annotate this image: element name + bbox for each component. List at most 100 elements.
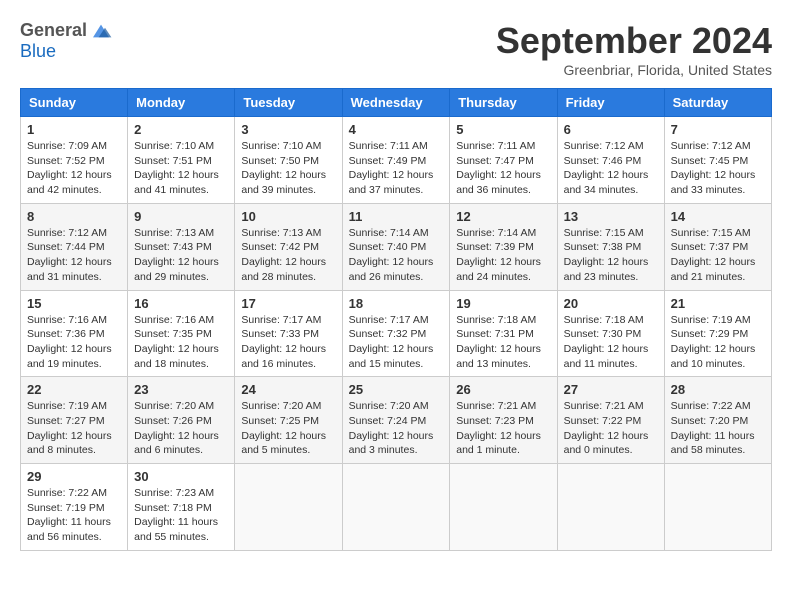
day-number: 14 [671, 209, 765, 224]
day-number: 19 [456, 296, 550, 311]
day-info: Sunrise: 7:18 AM Sunset: 7:30 PM Dayligh… [564, 313, 658, 372]
day-number: 16 [134, 296, 228, 311]
week-row-4: 22Sunrise: 7:19 AM Sunset: 7:27 PM Dayli… [21, 377, 772, 464]
calendar-cell [557, 464, 664, 551]
column-header-saturday: Saturday [664, 89, 771, 117]
week-row-2: 8 Sunrise: 7:12 AM Sunset: 7:44 PM Daylig… [21, 203, 772, 290]
day-number: 17 [241, 296, 335, 311]
logo-blue-text: Blue [20, 41, 56, 61]
day-info: Sunrise: 7:15 AM Sunset: 7:37 PM Dayligh… [671, 226, 765, 285]
day-number: 25 [349, 382, 444, 397]
header-row: SundayMondayTuesdayWednesdayThursdayFrid… [21, 89, 772, 117]
column-header-tuesday: Tuesday [235, 89, 342, 117]
calendar-cell: 29Sunrise: 7:22 AM Sunset: 7:19 PM Dayli… [21, 464, 128, 551]
calendar-cell: 12 Sunrise: 7:14 AM Sunset: 7:39 PM Dayli… [450, 203, 557, 290]
day-number: 29 [27, 469, 121, 484]
day-info: Sunrise: 7:18 AM Sunset: 7:31 PM Dayligh… [456, 313, 550, 372]
day-info: Sunrise: 7:20 AM Sunset: 7:24 PM Dayligh… [349, 399, 444, 458]
day-number: 24 [241, 382, 335, 397]
calendar-cell: 2 Sunrise: 7:10 AM Sunset: 7:51 PM Daylig… [128, 117, 235, 204]
day-number: 9 [134, 209, 228, 224]
week-row-1: 1 Sunrise: 7:09 AM Sunset: 7:52 PM Daylig… [21, 117, 772, 204]
day-info: Sunrise: 7:15 AM Sunset: 7:38 PM Dayligh… [564, 226, 658, 285]
calendar-cell [450, 464, 557, 551]
day-info: Sunrise: 7:20 AM Sunset: 7:26 PM Dayligh… [134, 399, 228, 458]
calendar-cell: 22Sunrise: 7:19 AM Sunset: 7:27 PM Dayli… [21, 377, 128, 464]
day-number: 6 [564, 122, 658, 137]
logo-general-text: General [20, 20, 87, 41]
calendar-cell: 16 Sunrise: 7:16 AM Sunset: 7:35 PM Dayli… [128, 290, 235, 377]
calendar-cell: 13Sunrise: 7:15 AM Sunset: 7:38 PM Dayli… [557, 203, 664, 290]
day-number: 3 [241, 122, 335, 137]
calendar-cell: 26 Sunrise: 7:21 AM Sunset: 7:23 PM Dayli… [450, 377, 557, 464]
calendar-cell: 19 Sunrise: 7:18 AM Sunset: 7:31 PM Dayli… [450, 290, 557, 377]
column-header-thursday: Thursday [450, 89, 557, 117]
calendar-cell: 5Sunrise: 7:11 AM Sunset: 7:47 PM Daylig… [450, 117, 557, 204]
column-header-monday: Monday [128, 89, 235, 117]
calendar-cell [235, 464, 342, 551]
calendar-cell [342, 464, 450, 551]
day-info: Sunrise: 7:09 AM Sunset: 7:52 PM Dayligh… [27, 139, 121, 198]
column-header-sunday: Sunday [21, 89, 128, 117]
calendar-cell: 25 Sunrise: 7:20 AM Sunset: 7:24 PM Dayli… [342, 377, 450, 464]
week-row-3: 15 Sunrise: 7:16 AM Sunset: 7:36 PM Dayli… [21, 290, 772, 377]
day-info: Sunrise: 7:16 AM Sunset: 7:35 PM Dayligh… [134, 313, 228, 372]
day-info: Sunrise: 7:17 AM Sunset: 7:33 PM Dayligh… [241, 313, 335, 372]
calendar-cell: 7Sunrise: 7:12 AM Sunset: 7:45 PM Daylig… [664, 117, 771, 204]
day-number: 12 [456, 209, 550, 224]
day-info: Sunrise: 7:17 AM Sunset: 7:32 PM Dayligh… [349, 313, 444, 372]
day-number: 15 [27, 296, 121, 311]
day-info: Sunrise: 7:14 AM Sunset: 7:39 PM Dayligh… [456, 226, 550, 285]
calendar-cell: 8 Sunrise: 7:12 AM Sunset: 7:44 PM Daylig… [21, 203, 128, 290]
day-number: 11 [349, 209, 444, 224]
calendar-cell: 21 Sunrise: 7:19 AM Sunset: 7:29 PM Dayli… [664, 290, 771, 377]
day-info: Sunrise: 7:10 AM Sunset: 7:51 PM Dayligh… [134, 139, 228, 198]
day-number: 22 [27, 382, 121, 397]
day-info: Sunrise: 7:13 AM Sunset: 7:42 PM Dayligh… [241, 226, 335, 285]
day-info: Sunrise: 7:21 AM Sunset: 7:23 PM Dayligh… [456, 399, 550, 458]
day-number: 1 [27, 122, 121, 137]
day-info: Sunrise: 7:14 AM Sunset: 7:40 PM Dayligh… [349, 226, 444, 285]
calendar-cell: 28Sunrise: 7:22 AM Sunset: 7:20 PM Dayli… [664, 377, 771, 464]
column-header-friday: Friday [557, 89, 664, 117]
calendar-cell: 9Sunrise: 7:13 AM Sunset: 7:43 PM Daylig… [128, 203, 235, 290]
day-info: Sunrise: 7:22 AM Sunset: 7:20 PM Dayligh… [671, 399, 765, 458]
calendar-cell: 20 Sunrise: 7:18 AM Sunset: 7:30 PM Dayli… [557, 290, 664, 377]
day-number: 30 [134, 469, 228, 484]
calendar-cell: 17 Sunrise: 7:17 AM Sunset: 7:33 PM Dayli… [235, 290, 342, 377]
day-number: 2 [134, 122, 228, 137]
day-number: 10 [241, 209, 335, 224]
calendar-cell: 4 Sunrise: 7:11 AM Sunset: 7:49 PM Daylig… [342, 117, 450, 204]
calendar-cell: 1 Sunrise: 7:09 AM Sunset: 7:52 PM Daylig… [21, 117, 128, 204]
day-info: Sunrise: 7:12 AM Sunset: 7:46 PM Dayligh… [564, 139, 658, 198]
calendar-cell: 27Sunrise: 7:21 AM Sunset: 7:22 PM Dayli… [557, 377, 664, 464]
calendar-cell: 30 Sunrise: 7:23 AM Sunset: 7:18 PM Dayli… [128, 464, 235, 551]
day-number: 21 [671, 296, 765, 311]
day-number: 5 [456, 122, 550, 137]
month-title: September 2024 [496, 20, 772, 62]
day-info: Sunrise: 7:16 AM Sunset: 7:36 PM Dayligh… [27, 313, 121, 372]
logo-icon [89, 21, 113, 41]
logo: General Blue [20, 20, 113, 62]
calendar-cell: 11 Sunrise: 7:14 AM Sunset: 7:40 PM Dayli… [342, 203, 450, 290]
calendar-cell: 18 Sunrise: 7:17 AM Sunset: 7:32 PM Dayli… [342, 290, 450, 377]
day-number: 27 [564, 382, 658, 397]
day-number: 26 [456, 382, 550, 397]
calendar-cell: 24Sunrise: 7:20 AM Sunset: 7:25 PM Dayli… [235, 377, 342, 464]
day-info: Sunrise: 7:23 AM Sunset: 7:18 PM Dayligh… [134, 486, 228, 545]
calendar-cell: 6 Sunrise: 7:12 AM Sunset: 7:46 PM Daylig… [557, 117, 664, 204]
day-info: Sunrise: 7:19 AM Sunset: 7:29 PM Dayligh… [671, 313, 765, 372]
calendar-cell [664, 464, 771, 551]
day-number: 18 [349, 296, 444, 311]
day-info: Sunrise: 7:12 AM Sunset: 7:45 PM Dayligh… [671, 139, 765, 198]
day-number: 8 [27, 209, 121, 224]
day-number: 20 [564, 296, 658, 311]
calendar-cell: 15 Sunrise: 7:16 AM Sunset: 7:36 PM Dayli… [21, 290, 128, 377]
header: General Blue September 2024 Greenbriar, … [20, 20, 772, 78]
day-info: Sunrise: 7:11 AM Sunset: 7:49 PM Dayligh… [349, 139, 444, 198]
day-info: Sunrise: 7:12 AM Sunset: 7:44 PM Dayligh… [27, 226, 121, 285]
calendar-cell: 23 Sunrise: 7:20 AM Sunset: 7:26 PM Dayli… [128, 377, 235, 464]
day-number: 4 [349, 122, 444, 137]
day-number: 23 [134, 382, 228, 397]
calendar-body: 1 Sunrise: 7:09 AM Sunset: 7:52 PM Daylig… [21, 117, 772, 551]
